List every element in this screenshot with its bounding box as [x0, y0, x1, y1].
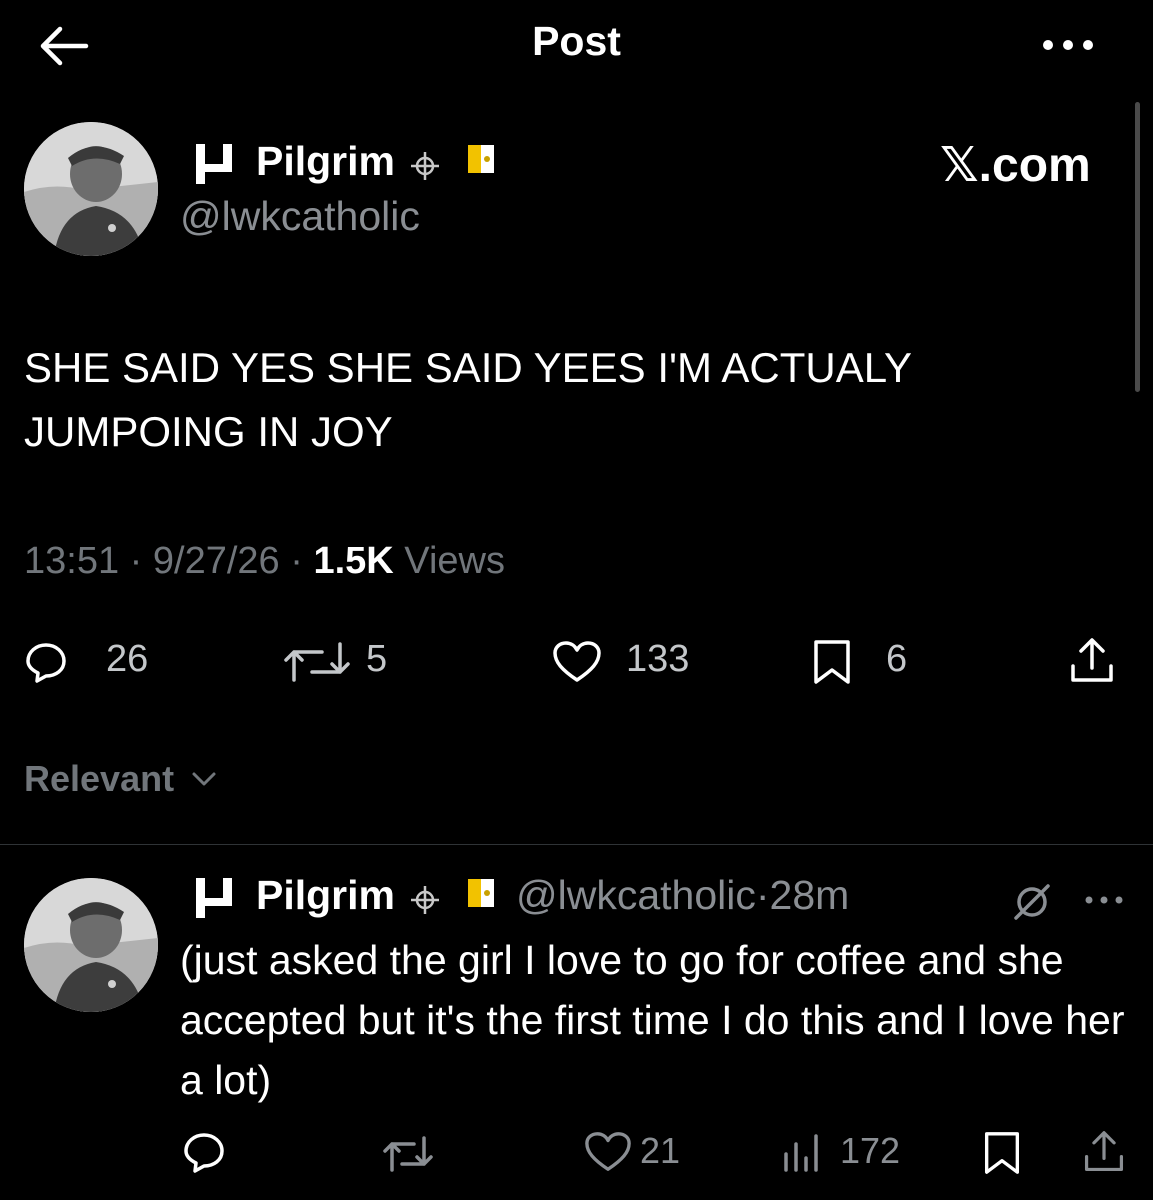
grok-icon[interactable]: [1010, 880, 1054, 924]
crosshair-icon: [409, 884, 441, 916]
vatican-flag-icon: [467, 878, 495, 908]
views-bars-icon[interactable]: [780, 1130, 824, 1174]
reply-views-count: 172: [840, 1130, 901, 1171]
reply-author-handle[interactable]: @lwkcatholic·28m: [516, 872, 849, 919]
reply-icon[interactable]: [182, 1130, 226, 1174]
post-date[interactable]: 9/27/26: [153, 540, 280, 582]
author-name[interactable]: Pilgrim: [256, 138, 395, 185]
bookmark-count: 6: [886, 638, 908, 680]
scrollbar[interactable]: [1135, 102, 1140, 392]
bookmark-icon[interactable]: [810, 638, 854, 684]
repost-count: 5: [366, 638, 388, 680]
views-count: 1.5K: [313, 540, 394, 582]
divider: [0, 844, 1153, 845]
reply-like-count: 21: [640, 1130, 681, 1171]
share-icon[interactable]: [1082, 1128, 1126, 1172]
page-title: Post: [532, 18, 621, 64]
post-time[interactable]: 13:51: [24, 540, 119, 582]
brand-glyph-icon: [192, 874, 238, 920]
chevron-down-icon[interactable]: [190, 768, 218, 790]
repost-icon[interactable]: [380, 1132, 436, 1176]
reply-handle[interactable]: @lwkcatholic: [516, 872, 756, 918]
avatar[interactable]: [24, 122, 158, 256]
views-label: Views: [404, 540, 505, 582]
reply-author-name[interactable]: Pilgrim: [256, 872, 395, 919]
brand-glyph-icon: [192, 140, 238, 186]
like-count: 133: [626, 638, 690, 680]
reply-count: 26: [106, 638, 149, 680]
bookmark-icon[interactable]: [980, 1130, 1024, 1174]
more-options-icon[interactable]: [1082, 888, 1126, 912]
repost-icon[interactable]: [280, 640, 354, 684]
more-options-icon[interactable]: [1040, 30, 1096, 60]
post-text: SHE SAID YES SHE SAID YEES I'M ACTUALY J…: [24, 344, 912, 455]
post-meta: 13:51 · 9/27/26 · 1.5K Views: [24, 540, 505, 583]
heart-icon[interactable]: [584, 1130, 631, 1174]
watermark: 𝕏.com: [940, 139, 1091, 192]
separator: ·: [279, 540, 314, 582]
separator: ·: [119, 540, 153, 582]
separator: ·: [755, 872, 770, 918]
reply-sort-dropdown[interactable]: Relevant: [24, 758, 174, 800]
separator: [394, 540, 405, 582]
heart-icon[interactable]: [552, 640, 602, 684]
crosshair-icon: [409, 150, 441, 182]
avatar[interactable]: [24, 878, 158, 1012]
reply-age[interactable]: 28m: [770, 872, 850, 918]
reply-text: (just asked the girl I love to go for co…: [180, 937, 1125, 1103]
share-icon[interactable]: [1068, 636, 1113, 682]
vatican-flag-icon: [467, 144, 495, 174]
author-handle[interactable]: @lwkcatholic: [180, 193, 420, 240]
reply-icon[interactable]: [24, 640, 68, 684]
